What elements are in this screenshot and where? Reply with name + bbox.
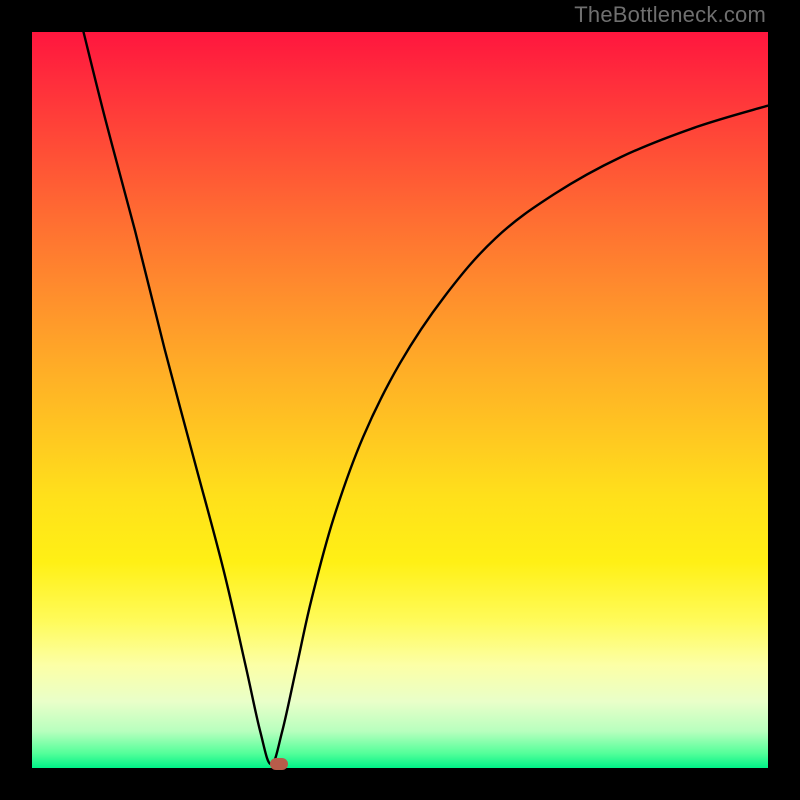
watermark-text: TheBottleneck.com: [574, 2, 766, 28]
curve-svg: [32, 32, 768, 768]
optimum-marker: [270, 758, 288, 770]
bottleneck-curve: [84, 32, 768, 764]
chart-frame: TheBottleneck.com: [0, 0, 800, 800]
plot-area: [32, 32, 768, 768]
